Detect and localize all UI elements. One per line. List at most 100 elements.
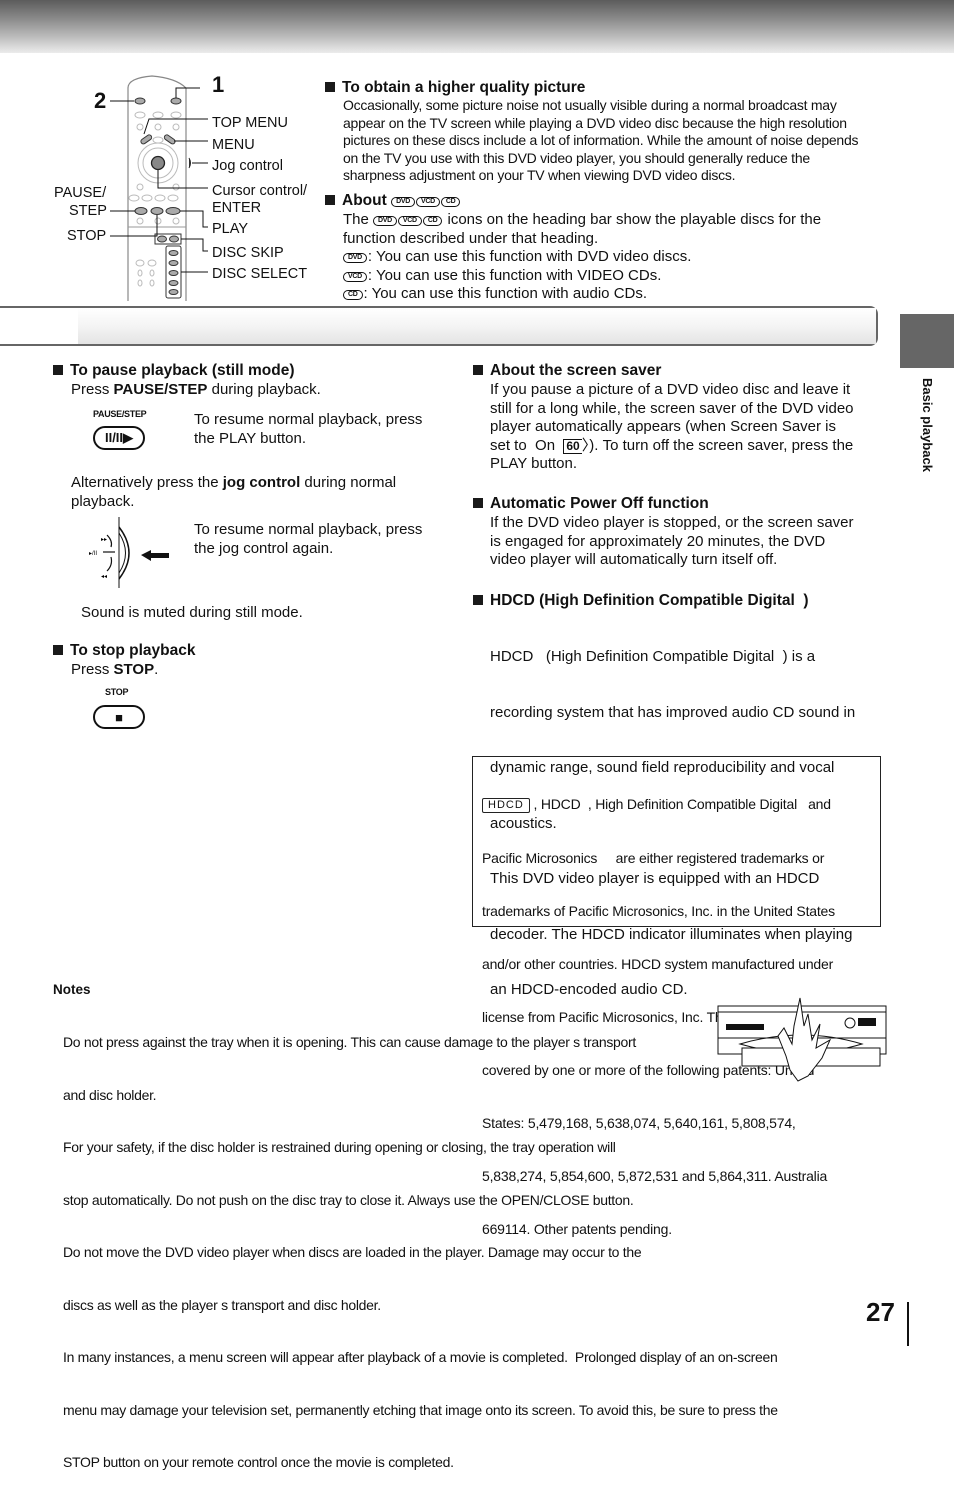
bullet-square-icon bbox=[325, 82, 335, 92]
muted-note: Sound is muted during still mode. bbox=[81, 604, 303, 621]
section-title: Automatic Power Off function bbox=[490, 495, 709, 512]
text: Press bbox=[71, 381, 114, 398]
svg-text:▸▸: ▸▸ bbox=[101, 537, 107, 543]
note-line: For your safety, if the disc holder is r… bbox=[63, 1139, 616, 1155]
cd-disc-icon: CD bbox=[422, 216, 443, 226]
text-line: trademarks of Pacific Microsonics, Inc. … bbox=[482, 902, 835, 919]
cd-disc-icon: CD bbox=[440, 197, 461, 207]
about-icons-section: About DVD VCD CD The DVD VCD CD icons on the… bbox=[325, 191, 885, 304]
label-step: STEP bbox=[69, 203, 107, 219]
note-line: STOP button on your remote control once … bbox=[63, 1454, 454, 1470]
chapter-tab-label: Basic playback bbox=[920, 378, 935, 472]
resume-jog-note: To resume normal playback, press the jog… bbox=[194, 521, 422, 558]
section-heading-bar-fill bbox=[78, 308, 876, 344]
note-line: Do not move the DVD video player when di… bbox=[63, 1244, 642, 1260]
vcd-disc-icon: VCD bbox=[415, 197, 440, 207]
pause-step-button-illustration: II/II▶ bbox=[93, 426, 145, 450]
pause-play-icon: II/II▶ bbox=[104, 430, 134, 445]
text-line: PLAY button. bbox=[490, 455, 578, 472]
text-line: HDCD (High Definition Compatible Digital… bbox=[490, 648, 816, 665]
dvd-disc-icon: DVD bbox=[343, 253, 367, 263]
svg-text:▸/II: ▸/II bbox=[89, 551, 97, 557]
paragraph-line: Occasionally, some picture noise not usu… bbox=[343, 97, 837, 113]
intro-suffix: icons on the heading bar show the playab… bbox=[447, 211, 822, 228]
text-line: recording system that has improved audio… bbox=[490, 703, 856, 721]
callout-number-2: 2 bbox=[94, 88, 107, 113]
text-line: If you pause a picture of a DVD video di… bbox=[490, 381, 851, 398]
vcd-disc-icon: VCD bbox=[397, 216, 422, 226]
cd-description: : You can use this function with audio C… bbox=[363, 285, 648, 302]
jog-control-illustration: ▸▸ ▸/II ◂◂ bbox=[89, 517, 169, 588]
note-line: menu may damage your television set, per… bbox=[63, 1401, 778, 1418]
dvd-player-tray-warning-illustration bbox=[717, 997, 887, 1082]
text-line: If the DVD video player is stopped, or t… bbox=[490, 514, 854, 531]
hdcd-logo-icon: HDCD bbox=[482, 798, 530, 814]
section-title: To obtain a higher quality picture bbox=[342, 79, 586, 96]
text: Press bbox=[71, 661, 114, 678]
label-play: PLAY bbox=[212, 221, 249, 237]
stop-bold: STOP bbox=[113, 661, 155, 678]
label-menu: MENU bbox=[212, 137, 255, 153]
text-line: the jog control again. bbox=[194, 539, 334, 557]
label-disc-skip: DISC SKIP bbox=[212, 245, 284, 261]
label-stop: STOP bbox=[67, 228, 107, 244]
bullet-square-icon bbox=[473, 365, 483, 375]
section-title: To stop playback bbox=[70, 642, 196, 659]
label-jog-control: Jog control bbox=[212, 158, 283, 174]
text-line: is engaged for approximately 20 minutes,… bbox=[490, 532, 826, 550]
text-line: still for a long while, the screen saver… bbox=[490, 399, 854, 417]
note-line: stop automatically. Do not push on the d… bbox=[63, 1191, 634, 1208]
dvd-description: : You can use this function with DVD vid… bbox=[367, 248, 692, 265]
bullet-square-icon bbox=[325, 195, 335, 205]
page-number-rule bbox=[907, 1302, 909, 1346]
label-top-menu: TOP MENU bbox=[212, 115, 289, 131]
section-title: About the screen saver bbox=[490, 362, 662, 379]
text: set to On bbox=[490, 436, 564, 454]
text-line: the PLAY button. bbox=[194, 429, 307, 447]
text: during playback. bbox=[207, 381, 321, 398]
text-line: player automatically appears (when Scree… bbox=[490, 418, 837, 435]
paragraph-line: on the TV you use with this DVD video pl… bbox=[343, 149, 810, 166]
svg-text:◂◂: ◂◂ bbox=[101, 574, 107, 580]
note-line: discs as well as the player s transport … bbox=[63, 1296, 381, 1313]
intro-prefix: The bbox=[343, 211, 369, 228]
alternative-jog-paragraph: Alternatively press the jog control duri… bbox=[71, 474, 396, 511]
resume-play-note: To resume normal playback, press the PLA… bbox=[194, 411, 422, 448]
text: . bbox=[154, 661, 159, 678]
text-line: and/or other countries. HDCD system manu… bbox=[482, 955, 834, 972]
intro-line2: function described under that heading. bbox=[343, 229, 599, 247]
chapter-tab-marker bbox=[900, 314, 954, 368]
dvd-disc-icon: DVD bbox=[373, 216, 397, 226]
label-enter: ENTER bbox=[212, 200, 262, 216]
paragraph-line: pictures on these discs include a lot of… bbox=[343, 132, 859, 148]
stop-square-icon: ■ bbox=[115, 709, 123, 725]
bullet-square-icon bbox=[473, 595, 483, 605]
text-line: playback. bbox=[71, 492, 135, 510]
cd-disc-icon: CD bbox=[343, 290, 363, 300]
notes-title: Notes bbox=[53, 982, 91, 997]
stop-section: To stop playback Press STOP. bbox=[53, 641, 453, 680]
bullet-square-icon bbox=[53, 365, 63, 375]
section-title: To pause playback (still mode) bbox=[70, 362, 295, 379]
page-reference-icon[interactable]: 60 bbox=[563, 438, 582, 454]
paragraph-line: sharpness adjustment on your TV when vie… bbox=[343, 167, 736, 183]
page-number: 27 bbox=[866, 1297, 895, 1327]
text: Alternatively press the bbox=[71, 474, 223, 491]
pause-step-bold: PAUSE/STEP bbox=[113, 381, 208, 398]
jog-control-bold: jog control bbox=[222, 474, 301, 491]
header-gradient-bar bbox=[0, 0, 954, 53]
dvd-disc-icon: DVD bbox=[391, 197, 415, 207]
label-disc-select: DISC SELECT bbox=[212, 266, 308, 282]
higher-quality-section: To obtain a higher quality picture Occas… bbox=[325, 78, 885, 185]
label-pause: PAUSE/ bbox=[54, 185, 107, 201]
bullet-square-icon bbox=[473, 498, 483, 508]
remote-control-diagram: 2 1 TOP MENU MENU Jog control Cursor con… bbox=[0, 70, 330, 305]
auto-power-off-section: Automatic Power Off function If the DVD … bbox=[473, 494, 883, 570]
note-line: In many instances, a menu screen will ap… bbox=[63, 1349, 778, 1365]
callout-number-1: 1 bbox=[212, 72, 225, 97]
stop-button-caption: STOP bbox=[105, 687, 129, 697]
paragraph-line: appear on the TV screen while playing a … bbox=[343, 114, 847, 131]
note-line: and disc holder. bbox=[63, 1086, 157, 1103]
text: , HDCD , High Definition Compatible Digi… bbox=[529, 796, 831, 813]
pause-section: To pause playback (still mode) Press PAU… bbox=[53, 361, 453, 400]
